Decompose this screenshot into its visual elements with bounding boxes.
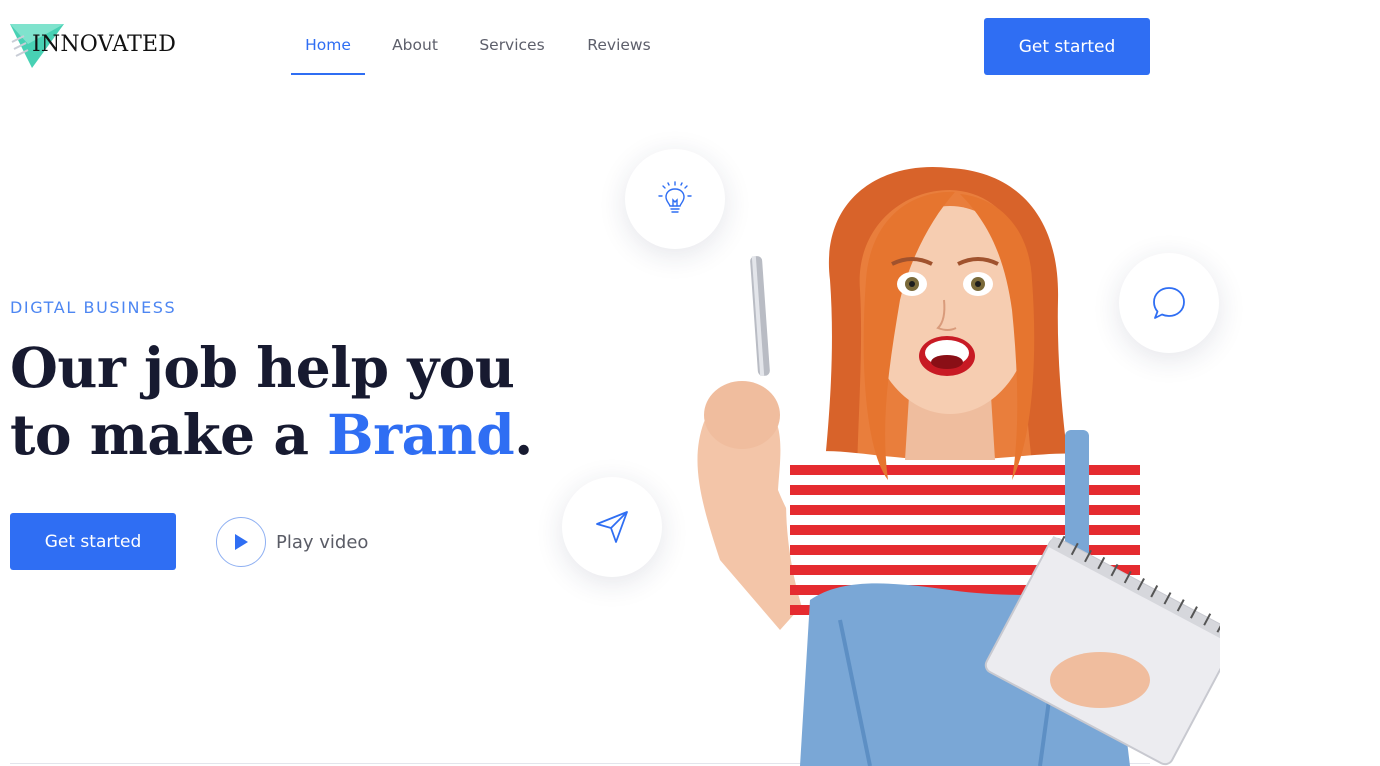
headline-accent-word: Brand [327, 402, 515, 467]
headline-suffix: . [514, 402, 533, 467]
play-video-label[interactable]: Play video [276, 532, 368, 553]
lightbulb-icon [658, 181, 692, 213]
send-badge [562, 477, 662, 577]
hero-eyebrow: DIGTAL BUSINESS [10, 298, 177, 317]
header-get-started-button[interactable]: Get started [984, 18, 1150, 75]
nav-item-reviews[interactable]: Reviews [584, 28, 654, 75]
headline-line-1: Our job help you [10, 335, 515, 400]
headline-line-2-prefix: to make a [10, 402, 328, 467]
brand-name: INNOVATED [32, 32, 177, 57]
nav-item-home[interactable]: Home [291, 28, 365, 75]
play-video-button[interactable]: Play video [216, 517, 368, 567]
hero-woman-illustration [697, 166, 1220, 766]
play-icon [235, 534, 248, 550]
hero-headline: Our job help you to make a Brand. [10, 334, 533, 468]
nav-item-about[interactable]: About [390, 28, 440, 75]
paper-plane-icon [596, 511, 628, 543]
chat-badge [1119, 253, 1219, 353]
hero-get-started-button[interactable]: Get started [10, 513, 176, 570]
play-icon-circle[interactable] [216, 517, 266, 567]
nav-item-services[interactable]: Services [477, 28, 547, 75]
main-nav: Home About Services Reviews [291, 28, 654, 75]
chat-bubble-icon [1153, 287, 1185, 319]
lightbulb-badge [625, 149, 725, 249]
brand-logo[interactable]: INNOVATED [10, 22, 200, 70]
